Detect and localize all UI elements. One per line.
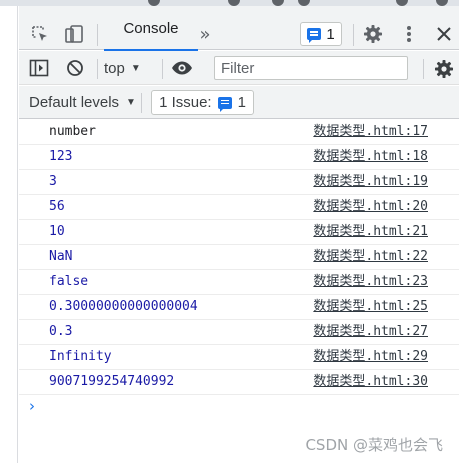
console-log-row: 0.30000000000000004 数据类型.html:25 [19,295,459,320]
dropdown-arrow-icon: ▼ [130,62,141,74]
source-link[interactable]: 数据类型.html:18 [313,145,428,169]
log-value: number [49,124,96,139]
source-link[interactable]: 数据类型.html:27 [313,320,428,344]
toolbar-divider [97,59,98,79]
filter-input[interactable] [215,57,407,79]
console-toolbar: top ▼ [19,51,459,85]
console-log-row: 0.3 数据类型.html:27 [19,320,459,345]
toolbar-divider [97,24,98,46]
log-value: 3 [49,174,57,189]
inspect-element-icon[interactable] [29,23,51,45]
console-messages-badge[interactable]: 1 [300,22,342,46]
watermark: CSDN @菜鸡也会飞 [305,436,443,454]
source-link[interactable]: 数据类型.html:30 [313,370,428,394]
source-link[interactable]: 数据类型.html:22 [313,245,428,269]
log-value: 0.3 [49,324,73,339]
console-toolbar-secondary: Default levels ▼ 1 Issue: 1 [19,86,459,119]
log-value: 123 [49,149,73,164]
execution-context-select[interactable]: top ▼ [104,51,141,85]
console-settings-gear-icon[interactable] [433,58,455,80]
clear-console-icon[interactable] [65,58,85,78]
toolbar-divider [353,24,354,46]
message-icon [307,28,322,43]
log-value: Infinity [49,349,112,364]
console-log-row: false 数据类型.html:23 [19,270,459,295]
tab-console[interactable]: Console [104,6,198,51]
console-prompt[interactable]: › [19,395,459,417]
source-link[interactable]: 数据类型.html:20 [313,195,428,219]
levels-label: Default levels [29,94,120,111]
device-toolbar-icon[interactable] [63,23,85,45]
show-sidebar-icon[interactable] [28,58,50,78]
tab-console-label: Console [123,19,179,37]
more-tabs-label: » [199,23,211,45]
issues-label: 1 Issue: [159,94,212,111]
console-log-row: 123 数据类型.html:18 [19,145,459,170]
messages-count: 1 [326,25,335,43]
log-value: 0.30000000000000004 [49,299,198,314]
source-link[interactable]: 数据类型.html:29 [313,345,428,369]
log-value: false [49,274,89,289]
console-log-row: number 数据类型.html:17 [19,120,459,145]
issues-count: 1 [237,94,246,111]
dropdown-arrow-icon: ▼ [126,97,136,108]
log-value: 9007199254740992 [49,374,175,389]
context-label: top [104,59,125,77]
issues-button[interactable]: 1 Issue: 1 [151,90,254,115]
devtools-tabbar: Console » 1 [19,6,459,51]
more-tabs-button[interactable]: » [195,22,215,46]
more-options-icon[interactable] [399,23,419,45]
console-log-row: NaN 数据类型.html:22 [19,245,459,270]
page-gutter [0,6,18,463]
prompt-chevron-icon: › [29,397,35,415]
console-log-row: Infinity 数据类型.html:29 [19,345,459,370]
console-log-row: 56 数据类型.html:20 [19,195,459,220]
filter-field[interactable] [214,56,408,80]
source-link[interactable]: 数据类型.html:19 [313,170,428,194]
source-link[interactable]: 数据类型.html:25 [313,295,428,319]
log-value: 10 [49,224,65,239]
devtools-panel: Console » 1 top ▼ Filter Default levels … [19,6,459,463]
settings-gear-icon[interactable] [362,23,384,45]
source-link[interactable]: 数据类型.html:21 [313,220,428,244]
console-log-row: 10 数据类型.html:21 [19,220,459,245]
console-log-row: 3 数据类型.html:19 [19,170,459,195]
console-output: number 数据类型.html:17 123 数据类型.html:18 3 数据类型.h… [19,120,459,417]
live-expression-eye-icon[interactable] [170,58,194,78]
console-log-row: 9007199254740992 数据类型.html:30 [19,370,459,395]
log-value: 56 [49,199,65,214]
log-levels-select[interactable]: Default levels ▼ [29,86,136,119]
toolbar-divider [423,59,424,79]
close-devtools-icon[interactable] [433,23,455,45]
source-link[interactable]: 数据类型.html:17 [313,120,428,144]
issue-message-icon [217,96,232,112]
log-value: NaN [49,249,73,264]
toolbar-divider [162,59,163,79]
source-link[interactable]: 数据类型.html:23 [313,270,428,294]
toolbar-divider [141,93,142,113]
